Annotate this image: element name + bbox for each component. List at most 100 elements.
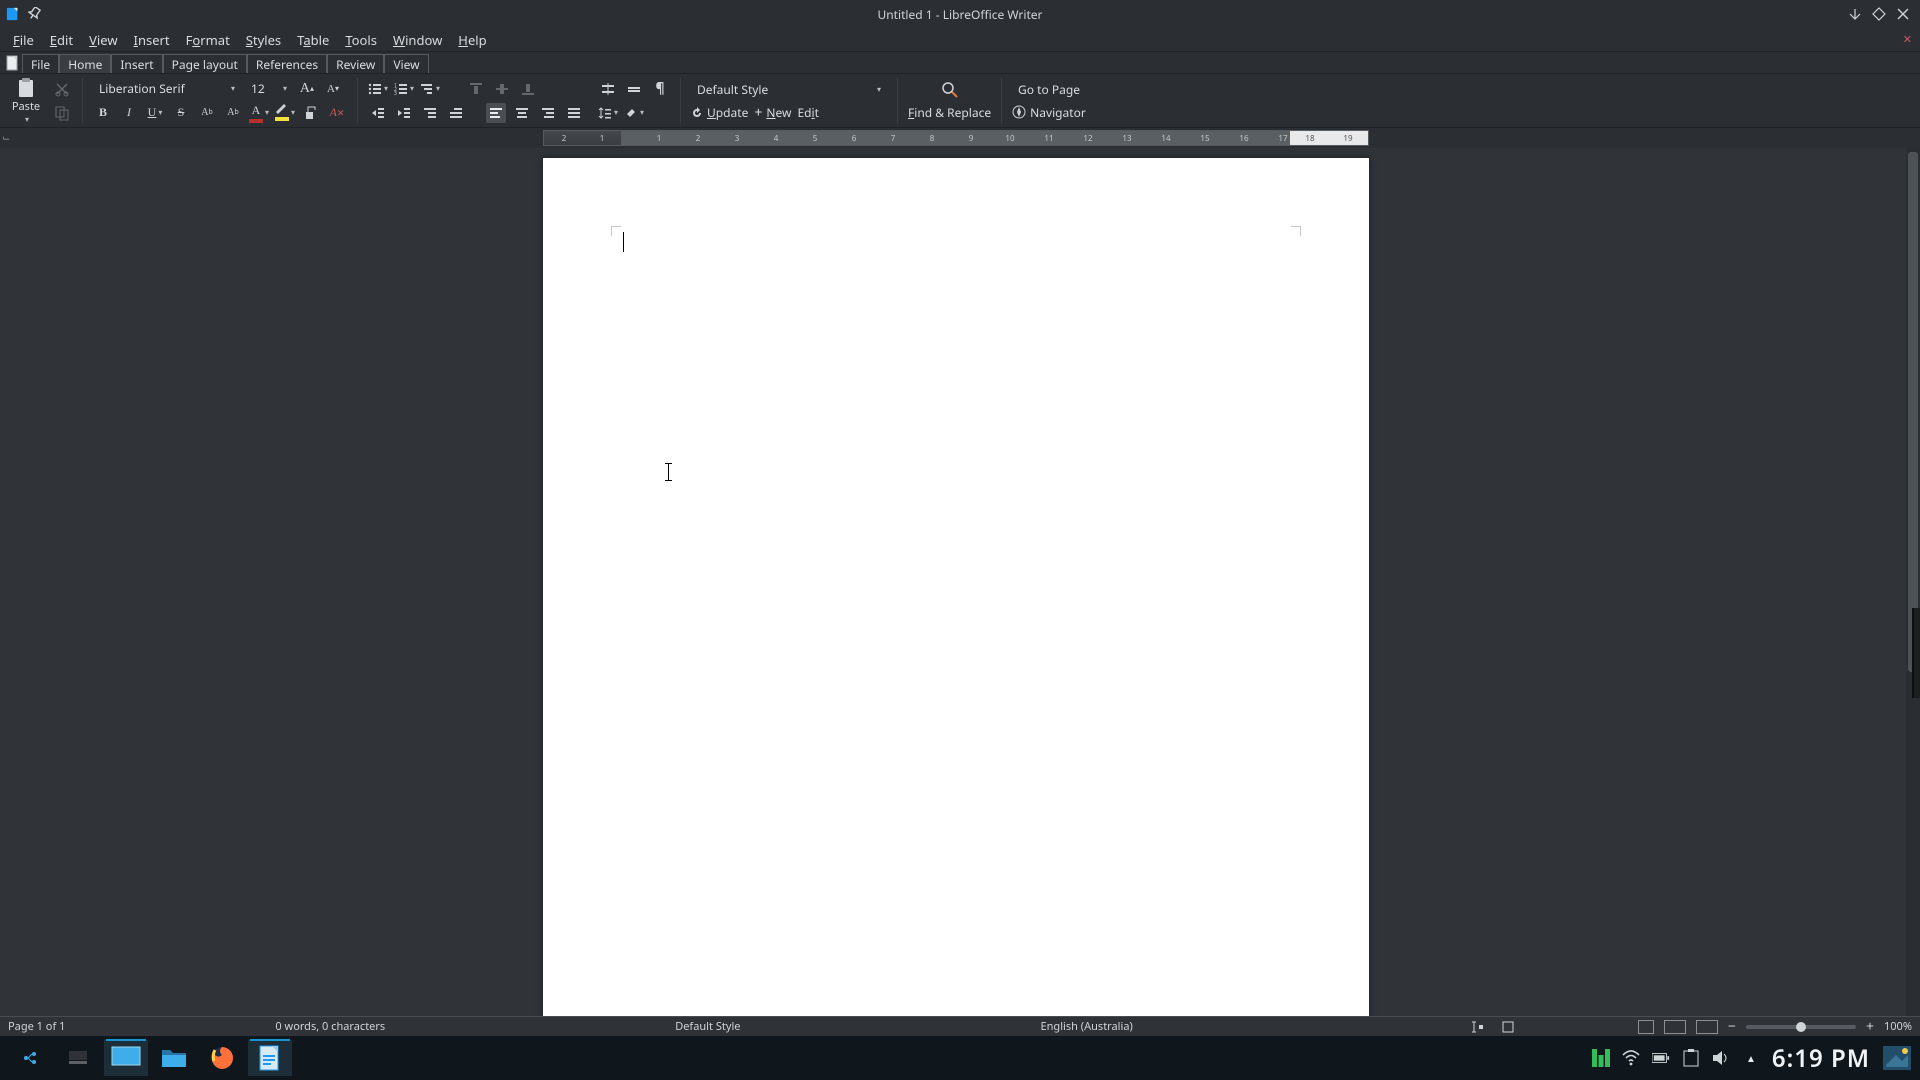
paragraph-style-select[interactable]: Default Style ▾ (691, 79, 887, 99)
formatting-marks-button[interactable]: ¶ (650, 79, 670, 99)
align-right-button[interactable] (538, 103, 558, 123)
book-view-button[interactable] (1696, 1020, 1718, 1034)
navigator-button[interactable]: Navigator (1012, 104, 1086, 121)
subscript-button[interactable]: Ab (223, 103, 243, 123)
menu-insert[interactable]: Insert (127, 29, 177, 51)
multi-page-view-button[interactable] (1664, 1020, 1686, 1034)
clear-formatting-button[interactable]: A✕ (327, 103, 347, 123)
menu-help[interactable]: Help (451, 29, 493, 51)
bold-button[interactable]: B (93, 103, 113, 123)
align-bottom-button[interactable] (518, 79, 538, 99)
taskbar-clock[interactable]: 6:19 PM (1772, 1042, 1870, 1075)
tab-references[interactable]: References (247, 54, 327, 73)
status-word-count[interactable]: 0 words, 0 characters (275, 1019, 385, 1034)
go-to-page-button[interactable]: Go to Page (1018, 81, 1080, 98)
volume-icon[interactable] (1712, 1049, 1730, 1067)
chevron-down-icon[interactable]: ▾ (877, 84, 881, 95)
zoom-in-button[interactable]: + (1866, 1017, 1874, 1036)
taskbar-app-firefox[interactable] (200, 1040, 244, 1076)
menu-tools[interactable]: Tools (338, 29, 384, 51)
status-page-style[interactable]: Default Style (675, 1019, 740, 1034)
clone-formatting-button[interactable] (301, 103, 321, 123)
align-center-button[interactable] (512, 103, 532, 123)
menu-file[interactable]: File (6, 29, 41, 51)
taskbar-app-desktop[interactable] (104, 1040, 148, 1076)
zoom-out-button[interactable]: − (1728, 1017, 1736, 1036)
align-top-button[interactable] (466, 79, 486, 99)
document-viewport[interactable] (0, 148, 1920, 1016)
clipboard-tray-icon[interactable] (1682, 1049, 1700, 1067)
notifications-icon[interactable] (1882, 1045, 1912, 1071)
menu-edit[interactable]: Edit (43, 29, 80, 51)
selection-mode-indicator[interactable] (1498, 1017, 1518, 1037)
status-language[interactable]: English (Australia) (1041, 1019, 1133, 1034)
vertical-scrollbar[interactable] (1906, 148, 1920, 1016)
superscript-button[interactable]: Ab (197, 103, 217, 123)
zoom-slider-thumb[interactable] (1796, 1022, 1806, 1032)
find-replace-button[interactable]: Find & Replace (908, 104, 991, 121)
chevron-down-icon[interactable]: ▾ (283, 83, 287, 94)
sidebar-handle[interactable] (1912, 608, 1920, 698)
grow-font-button[interactable]: A▴ (297, 79, 317, 99)
shrink-font-button[interactable]: A▾ (323, 79, 343, 99)
manjaro-icon[interactable] (1592, 1049, 1610, 1067)
taskbar-app-files[interactable] (152, 1040, 196, 1076)
bullet-list-button[interactable]: ▾ (368, 79, 388, 99)
first-line-indent-button[interactable] (446, 103, 466, 123)
new-style-button[interactable]: + New (754, 103, 791, 122)
close-document-button[interactable]: ✕ (1903, 32, 1912, 47)
single-page-view-button[interactable] (1638, 1020, 1654, 1034)
menu-format[interactable]: Format (179, 29, 237, 51)
wifi-icon[interactable] (1622, 1049, 1640, 1067)
paste-button[interactable]: Paste ▾ (6, 77, 46, 125)
font-size-select[interactable]: 12 ▾ (247, 79, 291, 99)
zoom-value[interactable]: 100% (1884, 1019, 1912, 1034)
tab-review[interactable]: Review (327, 54, 384, 73)
menu-view[interactable]: View (82, 29, 124, 51)
chevron-down-icon[interactable]: ▾ (231, 83, 235, 94)
insert-mode-indicator[interactable] (1468, 1017, 1488, 1037)
show-desktop-button[interactable] (56, 1040, 100, 1076)
outline-list-button[interactable]: ▾ (420, 79, 440, 99)
increase-spacing-button[interactable] (598, 79, 618, 99)
italic-button[interactable]: I (119, 103, 139, 123)
close-button[interactable] (1896, 7, 1910, 21)
copy-button[interactable] (52, 103, 72, 123)
maximize-button[interactable] (1872, 7, 1886, 21)
update-style-button[interactable]: Update (691, 104, 748, 121)
decrease-spacing-button[interactable] (624, 79, 644, 99)
align-left-button[interactable] (486, 103, 506, 123)
align-vcenter-button[interactable] (492, 79, 512, 99)
cut-button[interactable] (52, 79, 72, 99)
increase-indent-button[interactable] (394, 103, 414, 123)
font-color-button[interactable]: A ▾ (249, 103, 269, 123)
minimize-button[interactable] (1848, 7, 1862, 21)
find-replace-icon[interactable] (931, 80, 969, 100)
horizontal-ruler[interactable]: 18 19 2 1 1 2 3 4 5 6 7 8 9 10 11 12 13 … (543, 130, 1369, 146)
line-spacing-button[interactable]: ▾ (598, 103, 618, 123)
tab-file[interactable]: File (22, 54, 59, 73)
scrollbar-thumb[interactable] (1908, 152, 1918, 672)
align-justify-button[interactable] (564, 103, 584, 123)
tab-page-layout[interactable]: Page layout (163, 54, 247, 73)
tab-insert[interactable]: Insert (111, 54, 162, 73)
pin-icon[interactable] (28, 7, 42, 21)
background-color-button[interactable]: ▾ (624, 103, 644, 123)
document-page[interactable] (543, 158, 1369, 1016)
underline-button[interactable]: U▾ (145, 103, 165, 123)
tray-expand-icon[interactable]: ▲ (1742, 1049, 1760, 1067)
start-menu-button[interactable] (8, 1040, 52, 1076)
zoom-slider[interactable] (1746, 1025, 1856, 1029)
battery-icon[interactable] (1652, 1049, 1670, 1067)
strikethrough-button[interactable]: S (171, 103, 191, 123)
tab-view[interactable]: View (384, 54, 428, 73)
status-page-info[interactable]: Page 1 of 1 (8, 1019, 65, 1034)
number-list-button[interactable]: 123▾ (394, 79, 414, 99)
decrease-indent-button[interactable] (368, 103, 388, 123)
highlight-color-button[interactable]: ▾ (275, 103, 295, 123)
font-name-select[interactable]: Liberation Serif ▾ (93, 79, 241, 99)
menu-window[interactable]: Window (386, 29, 449, 51)
menu-table[interactable]: Table (290, 29, 336, 51)
edit-style-button[interactable]: Edit (797, 104, 819, 121)
taskbar-app-writer[interactable] (248, 1040, 292, 1076)
